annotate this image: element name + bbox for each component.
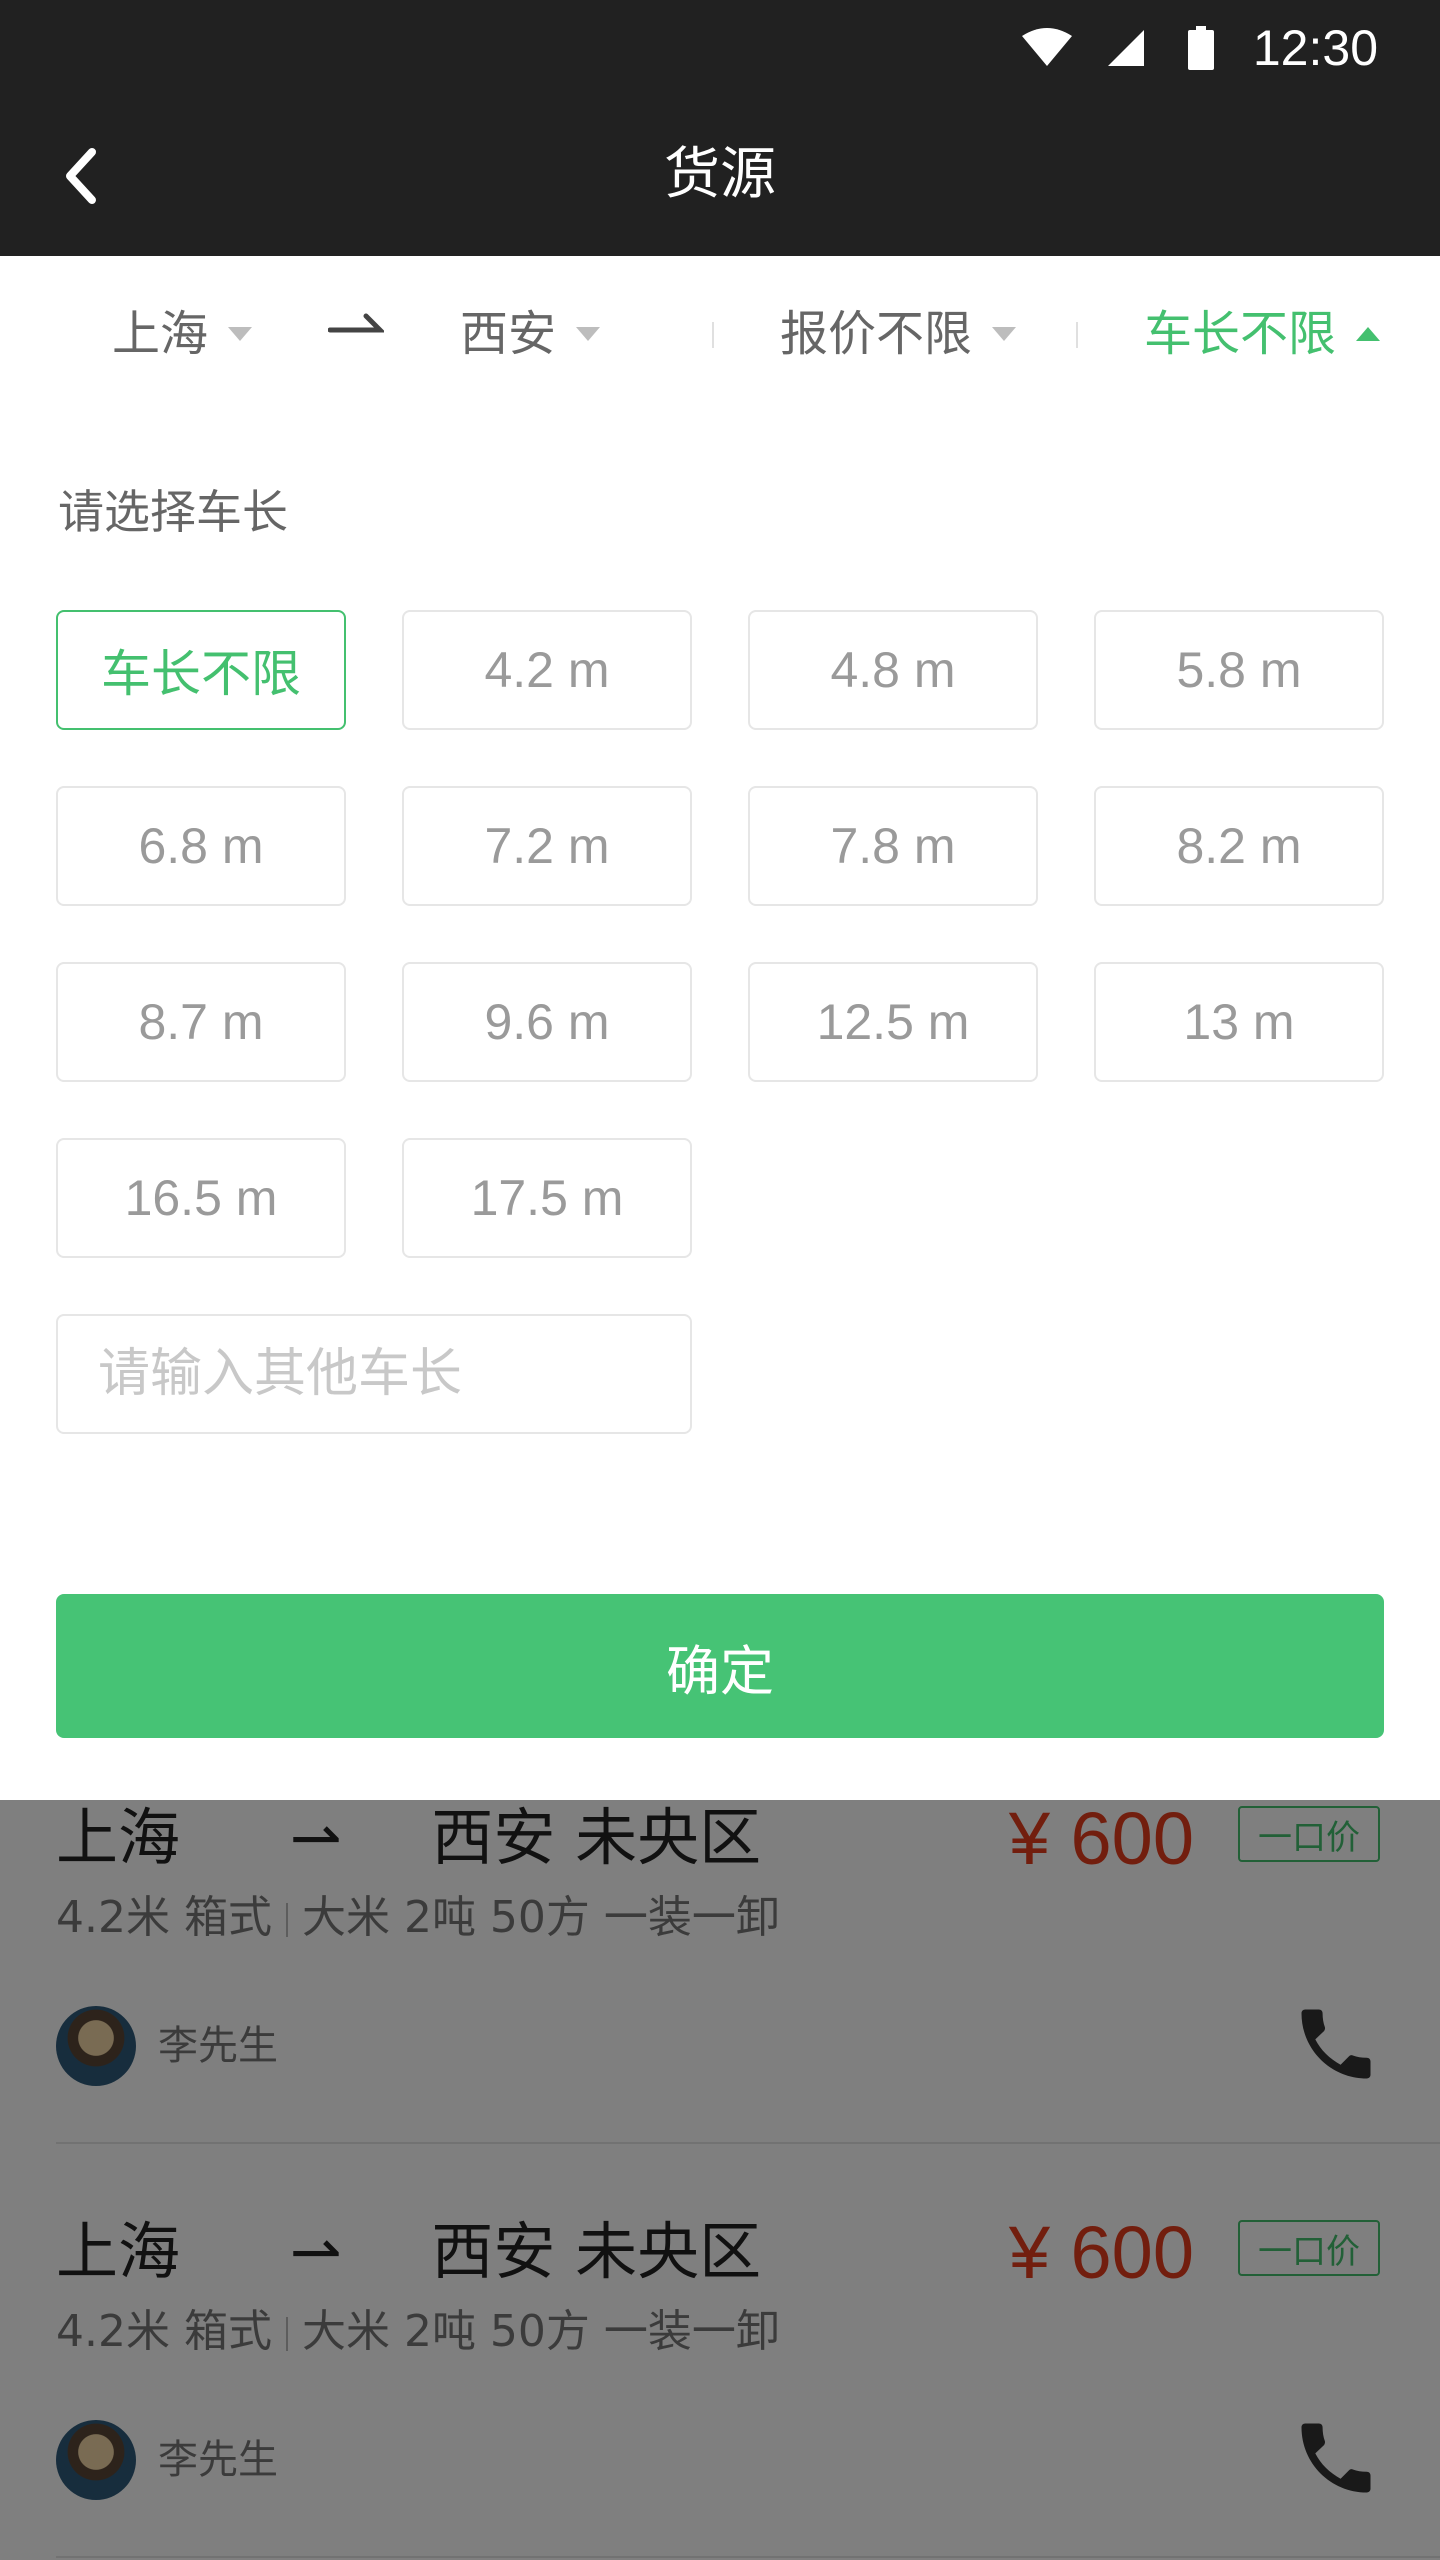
length-option[interactable]: 5.8 m bbox=[1094, 610, 1384, 730]
app-bar: 货源 bbox=[0, 96, 1440, 256]
confirm-button[interactable]: 确定 bbox=[56, 1594, 1384, 1738]
length-option[interactable]: 7.8 m bbox=[748, 786, 1038, 906]
filter-destination-label: 西安 bbox=[460, 306, 557, 362]
filter-length[interactable]: 车长不限 bbox=[1144, 302, 1381, 366]
length-option[interactable]: 13 m bbox=[1094, 962, 1384, 1082]
caret-up-icon bbox=[1356, 327, 1381, 341]
length-option[interactable]: 车长不限 bbox=[56, 610, 346, 730]
length-option[interactable]: 4.8 m bbox=[748, 610, 1038, 730]
caret-down-icon bbox=[228, 327, 253, 341]
filter-origin-label: 上海 bbox=[112, 306, 209, 362]
length-option[interactable]: 9.6 m bbox=[402, 962, 692, 1082]
status-time: 12:30 bbox=[1252, 20, 1378, 76]
length-option[interactable]: 16.5 m bbox=[56, 1138, 346, 1258]
status-bar: 12:30 bbox=[0, 0, 1440, 96]
wifi-icon bbox=[1022, 28, 1072, 66]
dim-overlay[interactable] bbox=[0, 1800, 1440, 2560]
filter-price[interactable]: 报价不限 bbox=[780, 302, 1017, 366]
caret-down-icon bbox=[576, 327, 601, 341]
length-option[interactable]: 4.2 m bbox=[402, 610, 692, 730]
length-option[interactable]: 8.7 m bbox=[56, 962, 346, 1082]
length-option[interactable]: 12.5 m bbox=[748, 962, 1038, 1082]
filter-price-label: 报价不限 bbox=[780, 306, 973, 362]
filter-length-label: 车长不限 bbox=[1144, 306, 1337, 362]
length-option[interactable]: 17.5 m bbox=[402, 1138, 692, 1258]
filter-origin[interactable]: 上海 bbox=[112, 302, 253, 366]
filter-destination[interactable]: 西安 bbox=[460, 302, 601, 366]
filter-divider bbox=[712, 322, 714, 348]
length-option[interactable]: 7.2 m bbox=[402, 786, 692, 906]
length-panel: 请选择车长 车长不限 4.2 m 4.8 m 5.8 m 6.8 m 7.2 m… bbox=[0, 416, 1440, 1800]
other-length-input[interactable] bbox=[56, 1314, 692, 1434]
battery-icon bbox=[1188, 26, 1214, 70]
caret-down-icon bbox=[992, 327, 1017, 341]
filter-divider bbox=[1076, 322, 1078, 348]
page-title: 货源 bbox=[664, 142, 776, 207]
route-arrow-icon bbox=[328, 313, 384, 333]
length-option[interactable]: 8.2 m bbox=[1094, 786, 1384, 906]
length-option[interactable]: 6.8 m bbox=[56, 786, 346, 906]
signal-icon bbox=[1108, 30, 1144, 66]
panel-label: 请选择车长 bbox=[58, 485, 288, 539]
